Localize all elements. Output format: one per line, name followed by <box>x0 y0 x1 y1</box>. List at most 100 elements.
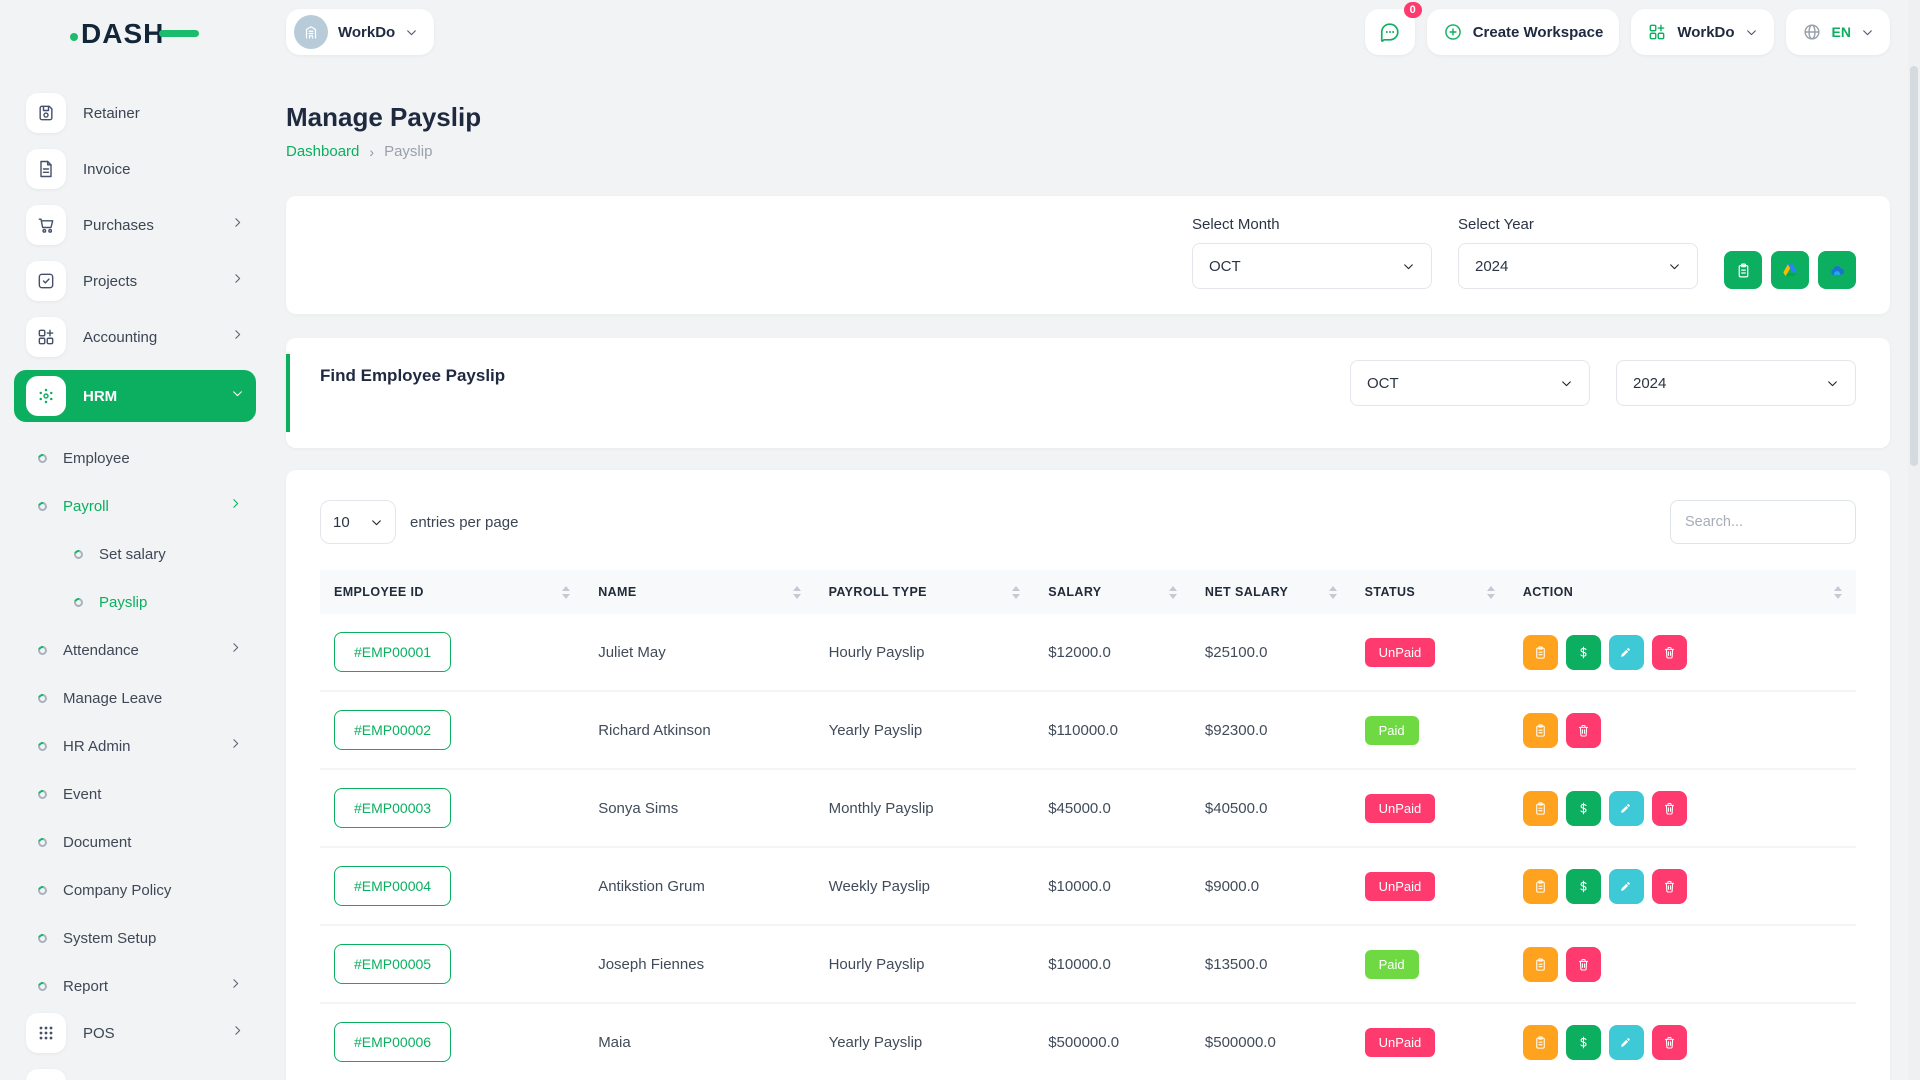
payslip-export-button[interactable] <box>1724 251 1762 289</box>
sort-icon[interactable] <box>1834 586 1842 599</box>
sort-icon[interactable] <box>793 586 801 599</box>
edit-button[interactable] <box>1609 869 1644 904</box>
payslip-button[interactable] <box>1523 869 1558 904</box>
sidebar-item-employee[interactable]: Employee <box>14 434 256 482</box>
chevron-down-icon <box>1560 377 1573 390</box>
messages-button[interactable]: 0 <box>1365 9 1415 55</box>
sort-icon[interactable] <box>1012 586 1020 599</box>
sidebar-item-label: System Setup <box>63 930 156 947</box>
sidebar-item-manage-leave[interactable]: Manage Leave <box>14 674 256 722</box>
delete-button[interactable] <box>1652 635 1687 670</box>
status-badge: UnPaid <box>1365 872 1436 901</box>
sidebar-item-crm[interactable]: CRM <box>14 1066 256 1080</box>
find-year-select[interactable]: 2024 <box>1616 360 1856 406</box>
column-header-action[interactable]: ACTION <box>1509 570 1856 614</box>
create-workspace-button[interactable]: Create Workspace <box>1427 9 1620 55</box>
column-header-salary[interactable]: SALARY <box>1034 570 1191 614</box>
pay-button[interactable] <box>1566 869 1601 904</box>
column-header-label: SALARY <box>1048 585 1101 599</box>
sidebar-item-event[interactable]: Event <box>14 770 256 818</box>
workdo-menu-label: WorkDo <box>1677 24 1734 41</box>
edit-button[interactable] <box>1609 635 1644 670</box>
chat-icon <box>1379 21 1401 43</box>
sort-icon[interactable] <box>1329 586 1337 599</box>
sidebar-item-system-setup[interactable]: System Setup <box>14 914 256 962</box>
sidebar-item-invoice[interactable]: Invoice <box>14 146 256 192</box>
sidebar-item-set-salary[interactable]: Set salary <box>14 530 256 578</box>
messages-count-badge: 0 <box>1404 2 1422 18</box>
employee-id-button[interactable]: #EMP00002 <box>334 710 451 750</box>
workspace-switcher[interactable]: WorkDo <box>286 9 434 55</box>
payslip-button[interactable] <box>1523 947 1558 982</box>
delete-button[interactable] <box>1566 713 1601 748</box>
employee-id-button[interactable]: #EMP00005 <box>334 944 451 984</box>
breadcrumb-dashboard-link[interactable]: Dashboard <box>286 143 359 160</box>
language-selector[interactable]: EN <box>1786 9 1890 55</box>
sidebar-item-payroll[interactable]: Payroll <box>14 482 256 530</box>
pay-button[interactable] <box>1566 635 1601 670</box>
bullet-icon <box>36 740 48 752</box>
sidebar-item-projects[interactable]: Projects <box>14 258 256 304</box>
row-actions <box>1523 635 1842 670</box>
month-select[interactable]: OCT <box>1192 243 1432 289</box>
delete-button[interactable] <box>1652 869 1687 904</box>
column-header-status[interactable]: STATUS <box>1351 570 1509 614</box>
employee-id-button[interactable]: #EMP00001 <box>334 632 451 672</box>
delete-button[interactable] <box>1566 947 1601 982</box>
pay-button[interactable] <box>1566 791 1601 826</box>
sidebar-item-accounting[interactable]: Accounting <box>14 314 256 360</box>
google-drive-button[interactable] <box>1771 251 1809 289</box>
onedrive-button[interactable] <box>1818 251 1856 289</box>
sort-icon[interactable] <box>1487 586 1495 599</box>
sidebar-item-pos[interactable]: POS <box>14 1010 256 1056</box>
sidebar-item-purchases[interactable]: Purchases <box>14 202 256 248</box>
cell-salary: $12000.0 <box>1034 614 1191 691</box>
sidebar-item-retainer[interactable]: Retainer <box>14 90 256 136</box>
column-header-payroll-type[interactable]: PAYROLL TYPE <box>815 570 1035 614</box>
grid-plus-icon <box>26 317 66 357</box>
employee-id-button[interactable]: #EMP00004 <box>334 866 451 906</box>
sidebar-item-label: Purchases <box>83 217 154 234</box>
payslip-button[interactable] <box>1523 635 1558 670</box>
edit-button[interactable] <box>1609 1025 1644 1060</box>
edit-button[interactable] <box>1609 791 1644 826</box>
delete-button[interactable] <box>1652 1025 1687 1060</box>
column-header-net-salary[interactable]: NET SALARY <box>1191 570 1351 614</box>
row-actions <box>1523 869 1842 904</box>
sidebar-item-label: Retainer <box>83 105 140 122</box>
sort-icon[interactable] <box>562 586 570 599</box>
sidebar-item-report[interactable]: Report <box>14 962 256 1010</box>
payslip-button[interactable] <box>1523 713 1558 748</box>
cell-name: Sonya Sims <box>584 769 814 847</box>
sidebar-item-hrm[interactable]: HRM <box>14 370 256 422</box>
scrollbar-thumb[interactable] <box>1910 66 1918 466</box>
employee-id-button[interactable]: #EMP00003 <box>334 788 451 828</box>
bullet-icon <box>36 692 48 704</box>
sidebar-item-document[interactable]: Document <box>14 818 256 866</box>
payslip-button[interactable] <box>1523 791 1558 826</box>
workdo-apps-menu[interactable]: WorkDo <box>1631 9 1773 55</box>
sidebar-item-company-policy[interactable]: Company Policy <box>14 866 256 914</box>
breadcrumb-current: Payslip <box>384 143 432 160</box>
sort-icon[interactable] <box>1169 586 1177 599</box>
sidebar-item-attendance[interactable]: Attendance <box>14 626 256 674</box>
row-actions <box>1523 713 1842 748</box>
sidebar-item-label: HR Admin <box>63 738 131 755</box>
delete-button[interactable] <box>1652 791 1687 826</box>
sidebar-item-hr-admin[interactable]: HR Admin <box>14 722 256 770</box>
column-header-employee-id[interactable]: EMPLOYEE ID <box>320 570 584 614</box>
search-input[interactable] <box>1670 500 1856 544</box>
cell-payroll-type: Weekly Payslip <box>815 847 1035 925</box>
entries-per-page-select[interactable]: 10 <box>320 500 396 544</box>
sidebar-item-payslip[interactable]: Payslip <box>14 578 256 626</box>
employee-id-button[interactable]: #EMP00006 <box>334 1022 451 1062</box>
page-scrollbar[interactable] <box>1908 0 1920 1080</box>
year-select[interactable]: 2024 <box>1458 243 1698 289</box>
payslip-button[interactable] <box>1523 1025 1558 1060</box>
column-header-name[interactable]: NAME <box>584 570 814 614</box>
pay-button[interactable] <box>1566 1025 1601 1060</box>
status-badge: UnPaid <box>1365 794 1436 823</box>
find-month-select[interactable]: OCT <box>1350 360 1590 406</box>
bullet-icon <box>36 500 48 512</box>
app-logo[interactable]: DASH <box>0 14 270 50</box>
